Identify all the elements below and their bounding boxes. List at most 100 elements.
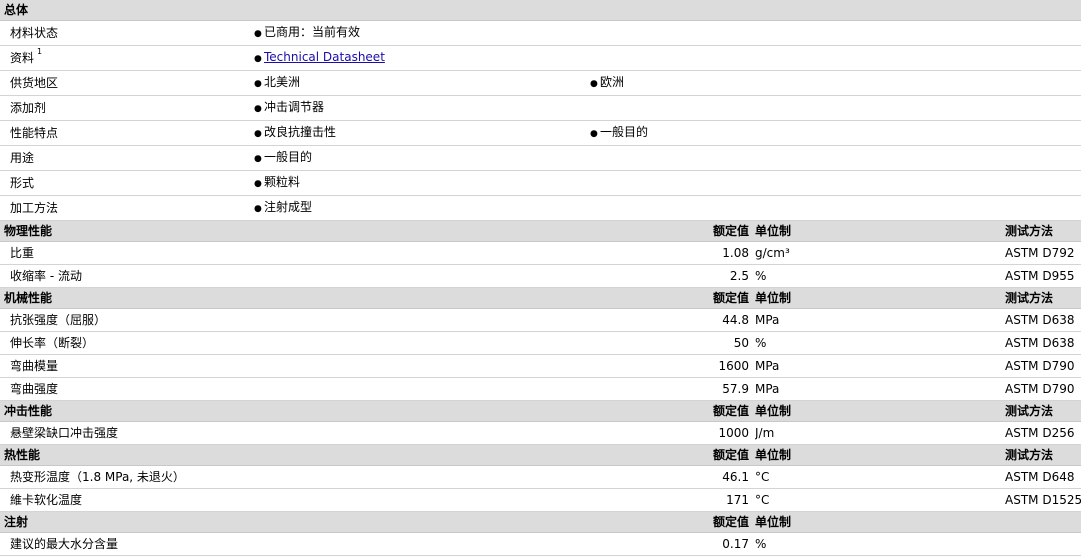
property-label: 性能特点 bbox=[0, 120, 250, 146]
property-row: 加工方法 ● 注射成型 bbox=[0, 195, 1081, 221]
property-row: 热变形温度（1.8 MPa, 未退火） 46.1 °C ASTM D648 bbox=[0, 465, 1081, 489]
section-title: 热性能 bbox=[0, 444, 586, 466]
label-text: 供货地区 bbox=[10, 76, 59, 90]
bullet-icon: ● bbox=[590, 129, 598, 139]
property-row: 用途 ● 一般目的 bbox=[0, 145, 1081, 171]
property-label: 添加剂 bbox=[0, 95, 250, 121]
property-row: 悬壁梁缺口冲击强度 1000 J/m ASTM D256 bbox=[0, 421, 1081, 445]
value-text: 北美洲 bbox=[264, 75, 301, 89]
bullet-value: ● 冲击调节器 bbox=[250, 95, 1081, 121]
test-method: ASTM D638 bbox=[1003, 308, 1081, 332]
unit-header: 单位制 bbox=[755, 287, 1003, 309]
property-row: 材料状态 ● 已商用：当前有效 bbox=[0, 20, 1081, 46]
unit-value: MPa bbox=[755, 377, 1003, 401]
bullet-value: ● Technical Datasheet bbox=[250, 45, 1081, 71]
value-text: 颗粒料 bbox=[264, 175, 301, 189]
test-method: ASTM D792 bbox=[1003, 241, 1081, 265]
property-row: 抗张强度（屈服） 44.8 MPa ASTM D638 bbox=[0, 308, 1081, 332]
label-text: 资料 bbox=[10, 51, 35, 65]
bullet-icon: ● bbox=[254, 29, 262, 39]
nominal-value: 50 bbox=[586, 331, 755, 355]
bullet-value: ● 北美洲 bbox=[250, 70, 586, 96]
section-header: 注射 额定值 单位制 bbox=[0, 511, 1081, 533]
bullet-icon: ● bbox=[254, 79, 262, 89]
section-title: 总体 bbox=[0, 0, 1081, 21]
section-header: 机械性能 额定值 单位制 测试方法 bbox=[0, 287, 1081, 309]
bullet-value: ● 欧洲 bbox=[586, 70, 1081, 96]
test-method: ASTM D648 bbox=[1003, 465, 1081, 489]
property-row: 形式 ● 颗粒料 bbox=[0, 170, 1081, 196]
bullet-value: ● 已商用：当前有效 bbox=[250, 20, 1081, 46]
nominal-value: 1.08 bbox=[586, 241, 755, 265]
section-title: 物理性能 bbox=[0, 220, 586, 242]
bullet-icon: ● bbox=[254, 104, 262, 114]
nominal-header: 额定值 bbox=[586, 400, 755, 422]
test-method: ASTM D955 bbox=[1003, 264, 1081, 288]
section-header: 热性能 额定值 单位制 测试方法 bbox=[0, 444, 1081, 466]
nominal-value: 57.9 bbox=[586, 377, 755, 401]
label-text: 加工方法 bbox=[10, 201, 59, 215]
bullet-value: ● 改良抗撞击性 bbox=[250, 120, 586, 146]
property-row: 资料 1 ● Technical Datasheet bbox=[0, 45, 1081, 71]
value-text: 冲击调节器 bbox=[264, 100, 325, 114]
nominal-value: 44.8 bbox=[586, 308, 755, 332]
nominal-header: 额定值 bbox=[586, 220, 755, 242]
nominal-header: 额定值 bbox=[586, 511, 755, 533]
bullet-value: ● 颗粒料 bbox=[250, 170, 1081, 196]
datasheet-table: 总体 材料状态 ● 已商用：当前有效 资料 1 ● Technical Datasheet 供货… bbox=[0, 0, 1081, 556]
value-text: 注射成型 bbox=[264, 200, 313, 214]
property-label: 抗张强度（屈服） bbox=[0, 308, 586, 332]
unit-header: 单位制 bbox=[755, 400, 1003, 422]
unit-value: MPa bbox=[755, 354, 1003, 378]
label-text: 材料状态 bbox=[10, 26, 59, 40]
property-row: 收缩率 - 流动 2.5% ASTM D955 bbox=[0, 264, 1081, 288]
unit-value: % bbox=[755, 264, 1003, 288]
value-text: 改良抗撞击性 bbox=[264, 125, 337, 139]
property-label: 形式 bbox=[0, 170, 250, 196]
test-method: ASTM D790 bbox=[1003, 354, 1081, 378]
unit-value: g/cm³ bbox=[755, 241, 1003, 265]
nominal-value: 171 bbox=[586, 488, 755, 512]
test-method: ASTM D790 bbox=[1003, 377, 1081, 401]
property-row: 供货地区 ● 北美洲 ● 欧洲 bbox=[0, 70, 1081, 96]
property-label: 悬壁梁缺口冲击强度 bbox=[0, 421, 586, 445]
property-label: 弯曲强度 bbox=[0, 377, 586, 401]
unit-value: J/m bbox=[755, 421, 1003, 445]
nominal-header: 额定值 bbox=[586, 287, 755, 309]
datasheet-link[interactable]: Technical Datasheet bbox=[264, 50, 385, 64]
property-label: 弯曲模量 bbox=[0, 354, 586, 378]
property-row: 維卡软化温度 171 °C ASTM D1525 bbox=[0, 488, 1081, 512]
unit-header: 单位制 bbox=[755, 511, 1003, 533]
nominal-header: 额定值 bbox=[586, 444, 755, 466]
property-row: 比重 1.08 g/cm³ ASTM D792 bbox=[0, 241, 1081, 265]
test-method: ASTM D638 bbox=[1003, 331, 1081, 355]
value-text: 已商用：当前有效 bbox=[264, 25, 361, 39]
bullet-value: ● 注射成型 bbox=[250, 195, 1081, 221]
section-title: 机械性能 bbox=[0, 287, 586, 309]
test-method bbox=[1003, 532, 1081, 556]
property-row: 弯曲模量 1600 MPa ASTM D790 bbox=[0, 354, 1081, 378]
bullet-icon: ● bbox=[254, 129, 262, 139]
method-header: 测试方法 bbox=[1003, 400, 1081, 422]
test-method: ASTM D1525 bbox=[1003, 488, 1081, 512]
bullet-icon: ● bbox=[254, 204, 262, 214]
property-label: 加工方法 bbox=[0, 195, 250, 221]
label-text: 添加剂 bbox=[10, 101, 47, 115]
label-text: 性能特点 bbox=[10, 126, 59, 140]
section-title: 注射 bbox=[0, 511, 586, 533]
method-header: 测试方法 bbox=[1003, 287, 1081, 309]
value-text: 一般目的 bbox=[600, 125, 649, 139]
property-row: 建议的最大水分含量 0.17% bbox=[0, 532, 1081, 556]
nominal-value: 0.17 bbox=[586, 532, 755, 556]
unit-value: % bbox=[755, 532, 1003, 556]
section-header-general: 总体 bbox=[0, 0, 1081, 21]
bullet-value: ● 一般目的 bbox=[586, 120, 1081, 146]
bullet-icon: ● bbox=[254, 154, 262, 164]
property-row: 添加剂 ● 冲击调节器 bbox=[0, 95, 1081, 121]
property-label: 材料状态 bbox=[0, 20, 250, 46]
nominal-value: 1600 bbox=[586, 354, 755, 378]
property-row: 伸长率（断裂） 50% ASTM D638 bbox=[0, 331, 1081, 355]
unit-header: 单位制 bbox=[755, 220, 1003, 242]
property-label: 建议的最大水分含量 bbox=[0, 532, 586, 556]
test-method: ASTM D256 bbox=[1003, 421, 1081, 445]
